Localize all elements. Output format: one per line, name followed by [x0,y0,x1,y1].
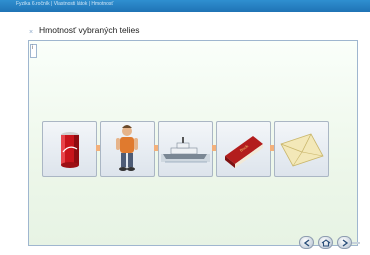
home-icon [321,239,331,247]
next-button[interactable] [337,236,352,249]
ship-icon [161,137,210,163]
person-icon [116,125,138,171]
info-icon: i [32,45,34,51]
info-tab[interactable]: i [30,44,37,58]
sequence-item-book[interactable]: Book [216,121,271,177]
sequence-item-soda-can[interactable] [42,121,97,177]
breadcrumb: Fyzika 6.ročník | Vlastnosti látok | Hmo… [16,1,114,7]
top-bar: Fyzika 6.ročník | Vlastnosti látok | Hmo… [0,0,370,12]
home-button[interactable] [318,236,333,249]
resize-handle[interactable] [352,242,360,244]
book-icon: Book [225,136,263,168]
mass-sequence: Book [42,121,332,177]
sequence-item-envelope[interactable] [274,121,329,177]
envelope-icon [280,133,324,167]
next-icon [342,239,349,247]
sequence-item-person[interactable] [100,121,155,177]
sequence-item-ship[interactable] [158,121,213,177]
close-icon[interactable]: × [28,29,34,36]
page-title: Hmotnosť vybraných telies [39,25,140,35]
prev-button[interactable] [299,236,314,249]
soda-can-icon [61,132,79,168]
prev-icon [303,239,310,247]
